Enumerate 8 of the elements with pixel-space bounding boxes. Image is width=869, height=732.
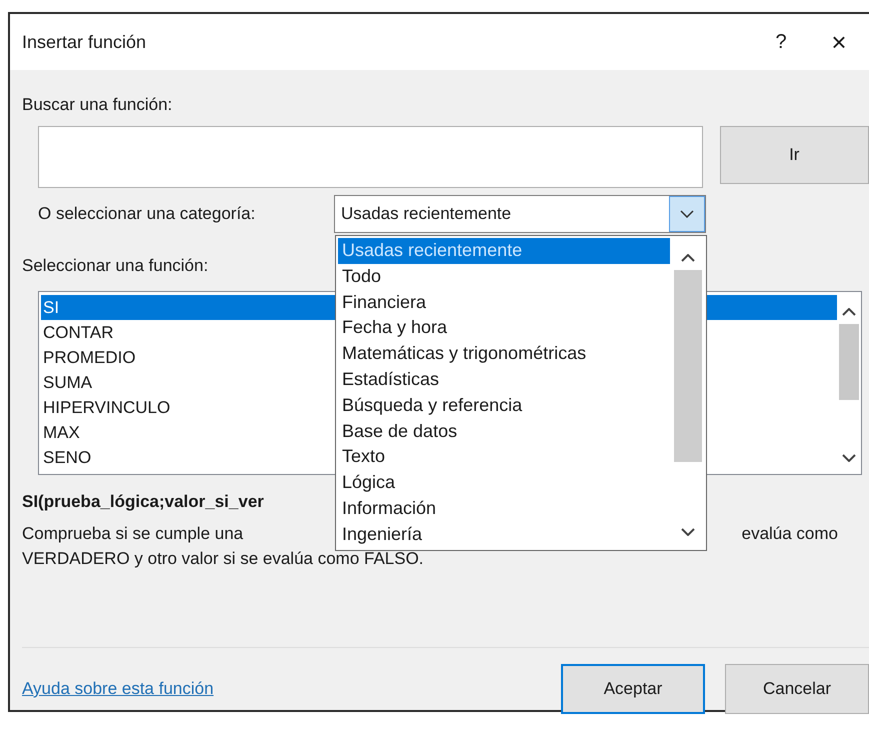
- description-text: VERDADERO y otro valor si se evalúa como FALSO.: [22, 548, 425, 570]
- window-title: Insertar función: [22, 30, 146, 54]
- field-label: Buscar una función:: [22, 94, 174, 116]
- description-text: Comprueba si se cumple una: [22, 522, 244, 544]
- description-text: evalúa como: [742, 522, 838, 544]
- function-signature: SI(prueba_lógica;valor_si_ver: [22, 491, 264, 513]
- field-label: O seleccionar una categoría:: [38, 203, 256, 226]
- field-label: Seleccionar una función:: [22, 255, 208, 277]
